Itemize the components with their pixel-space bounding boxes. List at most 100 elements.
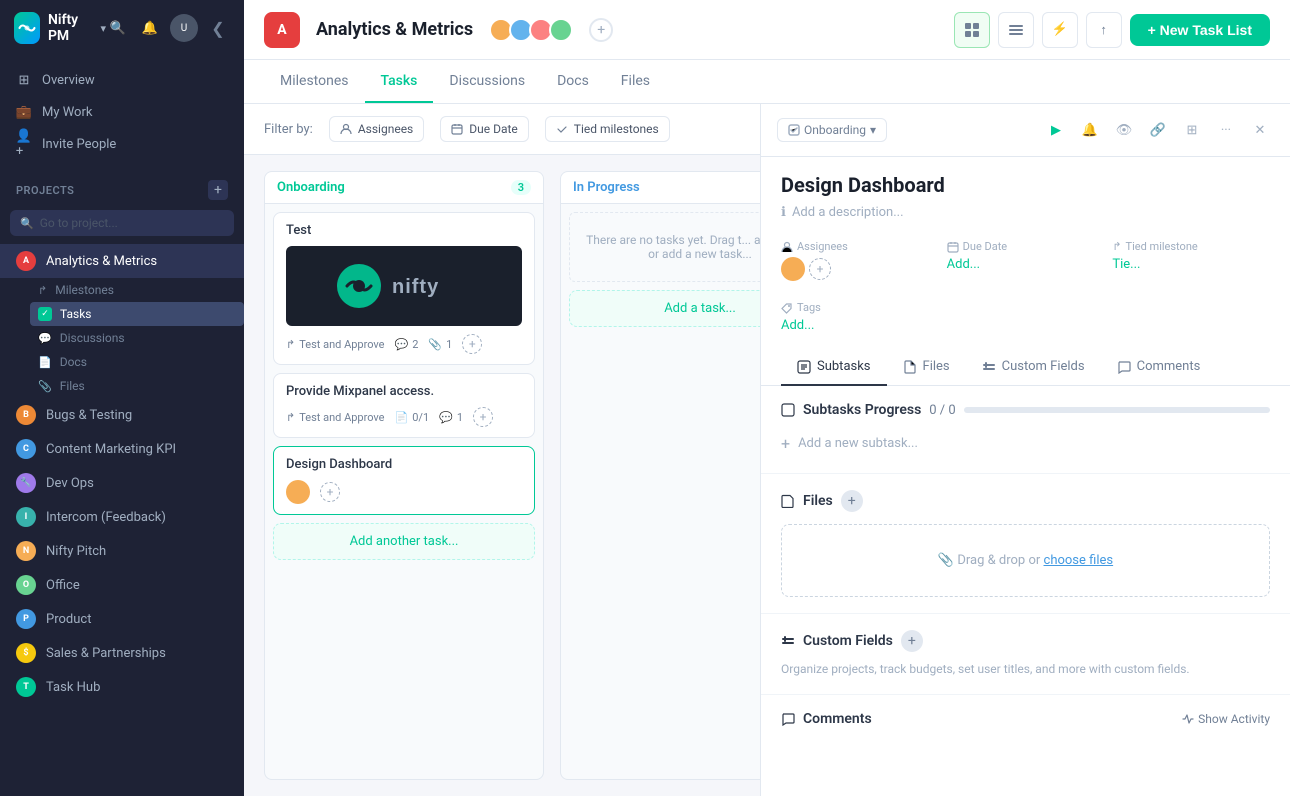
sidebar-item-intercom[interactable]: I Intercom (Feedback)	[0, 500, 244, 534]
sidebar-item-office[interactable]: O Office	[0, 568, 244, 602]
sidebar-item-docs[interactable]: 📄 Docs	[30, 350, 244, 374]
sidebar-item-taskhub[interactable]: T Task Hub	[0, 670, 244, 704]
add-subtask-button[interactable]: + Add a new subtask...	[781, 430, 1270, 457]
column-onboarding-title: Onboarding	[277, 180, 345, 195]
user-avatar[interactable]: U	[170, 14, 198, 42]
more-icon[interactable]: ···	[1212, 116, 1240, 144]
add-custom-field-button[interactable]: +	[901, 630, 923, 652]
tags-add-button[interactable]: Add...	[781, 318, 1270, 333]
add-assignee-button[interactable]: +	[809, 258, 831, 280]
task-card-mixpanel[interactable]: Provide Mixpanel access. ↱ Test and Appr…	[273, 373, 535, 438]
column-in-progress-header: In Progress	[560, 171, 760, 203]
task-detail-panel: Onboarding ▾ ▶ 🔔 👁 🔗 ⊞ ··· ✕ Design Das	[760, 104, 1290, 796]
subtasks-section: Subtasks Progress 0 / 0 + Add a new subt…	[761, 386, 1290, 474]
assignee-row: +	[781, 257, 939, 281]
sidebar-item-analytics[interactable]: A Analytics & Metrics	[0, 244, 244, 278]
show-activity-button[interactable]: Show Activity	[1182, 712, 1270, 726]
tags-section: Tags Add...	[761, 293, 1290, 349]
detail-title: Design Dashboard	[781, 173, 1270, 197]
sidebar-item-my-work[interactable]: 💼 My Work	[0, 96, 244, 128]
custom-fields-section: Custom Fields + Organize projects, track…	[761, 614, 1290, 695]
sidebar-item-overview[interactable]: ⊞ Overview	[0, 64, 244, 96]
project-title: Analytics & Metrics	[316, 19, 473, 40]
projects-label: PROJECTS	[16, 184, 74, 197]
detail-tab-custom-fields[interactable]: Custom Fields	[966, 349, 1101, 386]
due-date-field: Due Date Add...	[947, 240, 1105, 281]
due-date-value[interactable]: Add...	[947, 257, 1105, 272]
grid-view-button[interactable]	[954, 12, 990, 48]
files-title: Files	[803, 493, 833, 509]
task-card-test[interactable]: Test nifty	[273, 212, 535, 365]
detail-header: Onboarding ▾ ▶ 🔔 👁 🔗 ⊞ ··· ✕	[761, 104, 1290, 157]
project-dot-analytics: A	[16, 251, 36, 271]
close-button[interactable]: ✕	[1246, 116, 1274, 144]
list-view-button[interactable]	[998, 12, 1034, 48]
add-another-task-button[interactable]: Add another task...	[273, 523, 535, 560]
detail-tab-comments[interactable]: Comments	[1101, 349, 1217, 386]
detail-fields: Assignees + Due Date Add...	[761, 232, 1290, 293]
assign-button-mixpanel[interactable]: +	[473, 407, 493, 427]
doc-icon: 📄	[38, 356, 52, 369]
tab-files[interactable]: Files	[605, 61, 666, 103]
search-icon[interactable]: 🔍	[106, 16, 130, 40]
sidebar-item-bugs[interactable]: B Bugs & Testing	[0, 398, 244, 432]
sidebar-item-devops[interactable]: 🔧 Dev Ops	[0, 466, 244, 500]
task-card-test-title: Test	[286, 223, 522, 238]
bell-icon[interactable]: 🔔	[1076, 116, 1104, 144]
add-file-button[interactable]: +	[841, 490, 863, 512]
sidebar-item-milestones[interactable]: ↱ Milestones	[30, 278, 244, 302]
sidebar-item-content[interactable]: C Content Marketing KPI	[0, 432, 244, 466]
project-dot-content: C	[16, 439, 36, 459]
sidebar-item-product[interactable]: P Product	[0, 602, 244, 636]
due-date-filter[interactable]: Due Date	[440, 116, 529, 142]
table-icon[interactable]: ⊞	[1178, 116, 1206, 144]
tab-discussions[interactable]: Discussions	[433, 61, 541, 103]
briefcase-icon: 💼	[16, 104, 32, 120]
collapse-icon[interactable]: ❮	[206, 16, 230, 40]
sidebar-item-tasks[interactable]: ✓ Tasks	[30, 302, 244, 326]
custom-fields-header: Custom Fields +	[781, 630, 1270, 652]
tab-tasks[interactable]: Tasks	[365, 61, 434, 103]
sidebar-item-invite[interactable]: 👤+ Invite People	[0, 128, 244, 160]
play-icon[interactable]: ▶	[1042, 116, 1070, 144]
assign-button-design[interactable]: +	[320, 482, 340, 502]
upload-icon[interactable]: ↑	[1086, 12, 1122, 48]
sidebar-item-discussions[interactable]: 💬 Discussions	[30, 326, 244, 350]
assignees-filter[interactable]: Assignees	[329, 116, 424, 142]
detail-status-button[interactable]: Onboarding ▾	[777, 118, 887, 142]
eye-icon[interactable]: 👁	[1110, 116, 1138, 144]
board-columns: Onboarding 3 Test	[244, 155, 760, 796]
filter-label: Filter by:	[264, 122, 313, 137]
board-area: Filter by: Assignees Due Date Tied miles…	[244, 104, 760, 796]
task-card-design-dashboard[interactable]: Design Dashboard +	[273, 446, 535, 515]
drop-zone[interactable]: 📎 Drag & drop or choose files	[781, 524, 1270, 597]
tab-docs[interactable]: Docs	[541, 61, 605, 103]
app-logo	[14, 12, 40, 44]
sidebar-item-pitch[interactable]: N Nifty Pitch	[0, 534, 244, 568]
subtasks-progress-bar	[964, 407, 1270, 413]
tied-milestone-value[interactable]: Tie...	[1112, 257, 1270, 272]
subtasks-count: 0 / 0	[929, 403, 955, 418]
detail-tab-files[interactable]: Files	[887, 349, 966, 386]
sidebar-item-sales[interactable]: $ Sales & Partnerships	[0, 636, 244, 670]
meta-comments: 💬 2	[395, 338, 419, 351]
assign-button-test[interactable]: +	[462, 334, 482, 354]
project-dot-taskhub: T	[16, 677, 36, 697]
project-search[interactable]: 🔍 Go to project...	[10, 210, 234, 236]
custom-fields-desc: Organize projects, track budgets, set us…	[781, 660, 1270, 678]
new-task-list-button[interactable]: + New Task List	[1130, 14, 1270, 46]
detail-tab-subtasks[interactable]: Subtasks	[781, 349, 887, 386]
link-icon[interactable]: 🔗	[1144, 116, 1172, 144]
lightning-icon[interactable]: ⚡	[1042, 12, 1078, 48]
choose-files-link[interactable]: choose files	[1044, 553, 1114, 568]
add-project-button[interactable]: +	[208, 180, 228, 200]
task-card-design-title: Design Dashboard	[286, 457, 522, 472]
add-member-button[interactable]: +	[589, 18, 613, 42]
detail-description[interactable]: ℹ Add a description...	[761, 205, 1290, 232]
tags-label: Tags	[781, 301, 1270, 314]
add-task-button-inprogress[interactable]: Add a task...	[569, 290, 760, 327]
notification-icon[interactable]: 🔔	[138, 16, 162, 40]
tied-milestones-filter[interactable]: Tied milestones	[545, 116, 670, 142]
sidebar-item-files[interactable]: 📎 Files	[30, 374, 244, 398]
tab-milestones[interactable]: Milestones	[264, 61, 365, 103]
